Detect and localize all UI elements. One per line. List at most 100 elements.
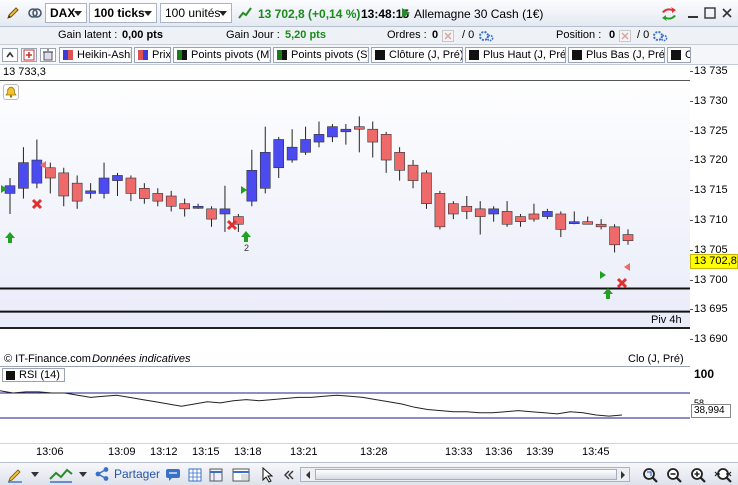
candle-body <box>286 146 298 161</box>
time-label: 13:15 <box>192 446 220 458</box>
delete-indicator-icon[interactable] <box>40 48 56 62</box>
cancel-orders-icon[interactable] <box>442 30 454 42</box>
close-prev-label: Clo (J, Pré) <box>628 353 684 365</box>
period-select[interactable]: 100 ticks <box>89 3 157 23</box>
share-button[interactable]: Partager <box>94 464 160 484</box>
exit-cross-icon <box>616 277 628 289</box>
time-label: 13:06 <box>36 446 64 458</box>
day-gain-value: 5,20 pts <box>285 29 326 41</box>
link-icon[interactable] <box>26 4 44 22</box>
orders-label: Ordres : <box>387 29 427 41</box>
indicator-tab-more[interactable]: C <box>667 47 691 63</box>
candlestick-chart[interactable]: 2 <box>0 65 690 327</box>
candle-body <box>434 193 446 228</box>
chevron-down-icon[interactable] <box>28 465 42 484</box>
minimize-icon[interactable] <box>686 5 700 21</box>
last-price-change: 13 702,8 (+0,14 %) <box>258 7 361 21</box>
line-icon <box>572 50 582 60</box>
candle-body <box>300 139 311 153</box>
scroll-right-icon[interactable] <box>617 469 629 480</box>
chat-icon[interactable] <box>164 465 182 484</box>
grid-icon[interactable] <box>186 465 204 484</box>
first-page-icon[interactable] <box>282 466 296 483</box>
indicator-tab-high[interactable]: Plus Haut (J, Pré) <box>465 47 566 63</box>
table-icon[interactable] <box>207 465 225 484</box>
candle-body <box>609 226 620 246</box>
share-icon <box>95 467 109 481</box>
heikin-ashi-icon <box>63 50 73 60</box>
time-label: 13:39 <box>526 446 554 458</box>
close-position-icon[interactable] <box>619 30 631 42</box>
candle-body <box>192 205 204 209</box>
candle-body <box>152 193 164 202</box>
time-axis[interactable]: 13:06 13:09 13:12 13:15 13:18 13:21 13:2… <box>0 443 738 462</box>
trade-count-badge: 2 <box>244 243 249 253</box>
scrollbar-thumb[interactable] <box>315 469 617 480</box>
collapse-icon[interactable] <box>2 48 18 62</box>
main-toolbar: DAX 100 ticks 100 unités 13 702,8 (+0,14… <box>0 0 738 27</box>
candle-body <box>45 167 56 179</box>
chart-type-icon[interactable] <box>48 465 74 484</box>
candle-body <box>139 187 150 199</box>
draw-tool-icon[interactable] <box>4 465 26 484</box>
source-label: © IT-Finance.com <box>4 353 91 365</box>
zoom-out-icon[interactable] <box>664 465 684 484</box>
time-scrollbar[interactable] <box>300 467 630 482</box>
time-label: 13:28 <box>360 446 388 458</box>
scroll-left-icon[interactable] <box>302 469 314 480</box>
rsi-pane[interactable]: RSI (14) <box>0 366 690 443</box>
candle-body <box>407 164 419 181</box>
indicator-tab-pivots-s[interactable]: Points pivots (S) <box>273 47 369 63</box>
indicator-tab-pivots-m[interactable]: Points pivots (M) <box>173 47 271 63</box>
rsi-max-label: 100 <box>694 367 715 381</box>
chart-icon[interactable] <box>238 6 252 20</box>
cursor-icon[interactable] <box>258 465 278 484</box>
zoom-fit-icon[interactable] <box>640 465 660 484</box>
candle-body <box>246 170 258 202</box>
price-tick: 13 720 <box>690 154 728 166</box>
instrument-select[interactable]: DAX <box>45 3 87 23</box>
refresh-icon[interactable] <box>660 5 678 23</box>
candle-body <box>622 234 634 241</box>
add-indicator-icon[interactable] <box>21 48 37 62</box>
candle-body <box>340 128 352 133</box>
chevron-down-icon <box>144 11 152 16</box>
pivots-icon <box>177 50 187 60</box>
orders-gear-icon[interactable] <box>478 29 494 43</box>
price-chart-pane[interactable]: 13 733,3 2 Piv 4h <box>0 65 690 327</box>
window-icon[interactable] <box>230 465 252 484</box>
pencil-icon[interactable] <box>4 4 22 22</box>
indicator-tab-price[interactable]: Prix <box>134 47 171 63</box>
position-gear-icon[interactable] <box>652 29 668 43</box>
separator-line <box>0 327 690 329</box>
period-label: 100 ticks <box>94 6 145 20</box>
close-icon[interactable] <box>720 5 734 21</box>
price-tick: 13 700 <box>690 274 728 286</box>
rsi-chart <box>0 390 690 419</box>
time-label: 13:21 <box>290 446 318 458</box>
zoom-in-icon[interactable] <box>688 465 708 484</box>
share-label: Partager <box>113 467 160 481</box>
price-scale[interactable]: 13 735 13 730 13 725 13 720 13 715 13 71… <box>690 65 738 365</box>
bottom-toolbar: Partager <box>0 462 738 485</box>
play-icon[interactable] <box>400 6 412 20</box>
price-tick: 13 690 <box>690 333 728 345</box>
market-name: Allemagne 30 Cash (1€) <box>414 7 544 21</box>
chevron-down-icon[interactable] <box>76 465 90 484</box>
zoom-range-icon[interactable] <box>712 465 734 484</box>
indicator-tab-close[interactable]: Clôture (J, Pré) <box>371 47 463 63</box>
maximize-icon[interactable] <box>703 5 717 21</box>
units-label: 100 unités <box>165 6 221 20</box>
units-select[interactable]: 100 unités <box>160 3 232 23</box>
source-note: Données indicatives <box>92 353 191 365</box>
candle-body <box>313 134 325 143</box>
line-icon <box>671 50 681 60</box>
indicator-tab-low[interactable]: Plus Bas (J, Pré) <box>568 47 665 63</box>
position-total: / 0 <box>637 29 650 41</box>
candle-body <box>528 213 540 220</box>
indicator-tab-heikin-ashi[interactable]: Heikin-Ashi <box>59 47 132 63</box>
time-label: 13:18 <box>234 446 262 458</box>
candle-body <box>582 221 593 225</box>
price-tick: 13 735 <box>690 65 728 77</box>
candle-body <box>474 208 486 217</box>
